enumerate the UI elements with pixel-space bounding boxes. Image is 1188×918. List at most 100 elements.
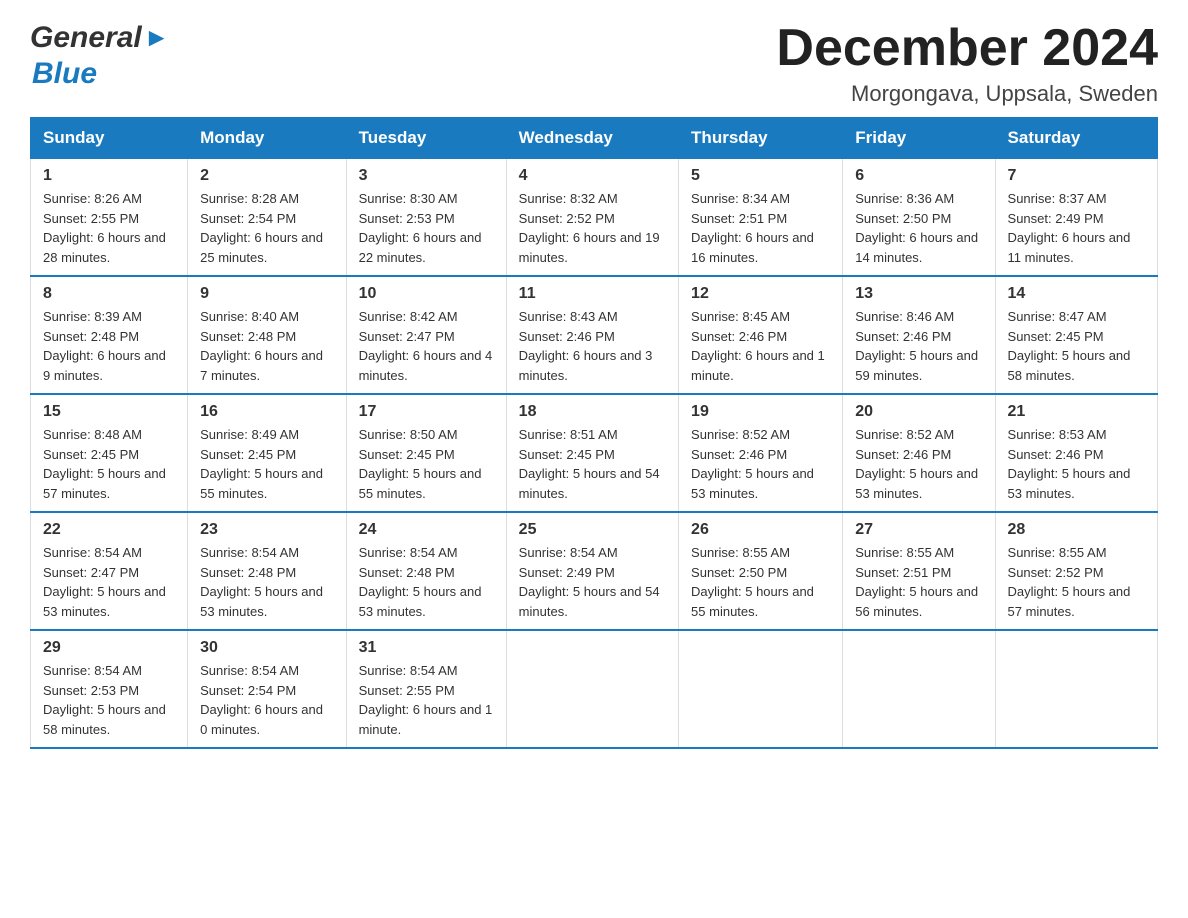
day-info: Sunrise: 8:30 AMSunset: 2:53 PMDaylight:… [359,189,494,267]
day-cell: 6 Sunrise: 8:36 AMSunset: 2:50 PMDayligh… [843,159,995,277]
day-info: Sunrise: 8:55 AMSunset: 2:50 PMDaylight:… [691,543,830,621]
day-cell [995,630,1157,748]
day-number: 7 [1008,167,1145,185]
logo-general: General [30,20,142,56]
header-saturday: Saturday [995,118,1157,159]
day-info: Sunrise: 8:26 AMSunset: 2:55 PMDaylight:… [43,189,175,267]
day-info: Sunrise: 8:55 AMSunset: 2:52 PMDaylight:… [1008,543,1145,621]
day-number: 11 [519,285,666,303]
week-row-5: 29 Sunrise: 8:54 AMSunset: 2:53 PMDaylig… [31,630,1158,748]
day-info: Sunrise: 8:39 AMSunset: 2:48 PMDaylight:… [43,307,175,385]
day-number: 18 [519,403,666,421]
day-number: 23 [200,521,333,539]
day-info: Sunrise: 8:46 AMSunset: 2:46 PMDaylight:… [855,307,982,385]
day-info: Sunrise: 8:54 AMSunset: 2:55 PMDaylight:… [359,661,494,739]
day-cell: 15 Sunrise: 8:48 AMSunset: 2:45 PMDaylig… [31,394,188,512]
day-info: Sunrise: 8:55 AMSunset: 2:51 PMDaylight:… [855,543,982,621]
week-row-1: 1 Sunrise: 8:26 AMSunset: 2:55 PMDayligh… [31,159,1158,277]
day-number: 25 [519,521,666,539]
day-info: Sunrise: 8:54 AMSunset: 2:47 PMDaylight:… [43,543,175,621]
day-info: Sunrise: 8:52 AMSunset: 2:46 PMDaylight:… [691,425,830,503]
week-row-3: 15 Sunrise: 8:48 AMSunset: 2:45 PMDaylig… [31,394,1158,512]
day-number: 27 [855,521,982,539]
day-number: 28 [1008,521,1145,539]
day-cell [679,630,843,748]
day-cell: 8 Sunrise: 8:39 AMSunset: 2:48 PMDayligh… [31,276,188,394]
day-info: Sunrise: 8:54 AMSunset: 2:54 PMDaylight:… [200,661,333,739]
day-cell: 27 Sunrise: 8:55 AMSunset: 2:51 PMDaylig… [843,512,995,630]
day-number: 2 [200,167,333,185]
logo-chevron-icon: ► [144,22,170,53]
header-tuesday: Tuesday [346,118,506,159]
header-wednesday: Wednesday [506,118,678,159]
day-cell [843,630,995,748]
day-number: 10 [359,285,494,303]
day-info: Sunrise: 8:50 AMSunset: 2:45 PMDaylight:… [359,425,494,503]
day-number: 21 [1008,403,1145,421]
day-cell: 4 Sunrise: 8:32 AMSunset: 2:52 PMDayligh… [506,159,678,277]
day-cell: 3 Sunrise: 8:30 AMSunset: 2:53 PMDayligh… [346,159,506,277]
day-number: 4 [519,167,666,185]
day-cell [506,630,678,748]
day-info: Sunrise: 8:43 AMSunset: 2:46 PMDaylight:… [519,307,666,385]
day-number: 31 [359,639,494,657]
day-cell: 7 Sunrise: 8:37 AMSunset: 2:49 PMDayligh… [995,159,1157,277]
week-row-2: 8 Sunrise: 8:39 AMSunset: 2:48 PMDayligh… [31,276,1158,394]
day-cell: 9 Sunrise: 8:40 AMSunset: 2:48 PMDayligh… [188,276,346,394]
day-number: 14 [1008,285,1145,303]
calendar-table: SundayMondayTuesdayWednesdayThursdayFrid… [30,117,1158,749]
header-friday: Friday [843,118,995,159]
day-info: Sunrise: 8:47 AMSunset: 2:45 PMDaylight:… [1008,307,1145,385]
day-number: 5 [691,167,830,185]
header-thursday: Thursday [679,118,843,159]
day-info: Sunrise: 8:32 AMSunset: 2:52 PMDaylight:… [519,189,666,267]
day-number: 13 [855,285,982,303]
day-cell: 16 Sunrise: 8:49 AMSunset: 2:45 PMDaylig… [188,394,346,512]
day-number: 22 [43,521,175,539]
day-cell: 31 Sunrise: 8:54 AMSunset: 2:55 PMDaylig… [346,630,506,748]
title-section: December 2024 Morgongava, Uppsala, Swede… [776,20,1158,107]
day-info: Sunrise: 8:51 AMSunset: 2:45 PMDaylight:… [519,425,666,503]
day-cell: 24 Sunrise: 8:54 AMSunset: 2:48 PMDaylig… [346,512,506,630]
day-cell: 17 Sunrise: 8:50 AMSunset: 2:45 PMDaylig… [346,394,506,512]
page-subtitle: Morgongava, Uppsala, Sweden [776,81,1158,107]
day-number: 30 [200,639,333,657]
day-cell: 13 Sunrise: 8:46 AMSunset: 2:46 PMDaylig… [843,276,995,394]
page-header: General ► Blue December 2024 Morgongava,… [30,20,1158,107]
header-monday: Monday [188,118,346,159]
day-number: 24 [359,521,494,539]
day-info: Sunrise: 8:36 AMSunset: 2:50 PMDaylight:… [855,189,982,267]
day-info: Sunrise: 8:54 AMSunset: 2:48 PMDaylight:… [359,543,494,621]
logo: General ► Blue [30,20,169,92]
header-sunday: Sunday [31,118,188,159]
week-row-4: 22 Sunrise: 8:54 AMSunset: 2:47 PMDaylig… [31,512,1158,630]
day-cell: 12 Sunrise: 8:45 AMSunset: 2:46 PMDaylig… [679,276,843,394]
day-cell: 10 Sunrise: 8:42 AMSunset: 2:47 PMDaylig… [346,276,506,394]
day-cell: 22 Sunrise: 8:54 AMSunset: 2:47 PMDaylig… [31,512,188,630]
header-row: SundayMondayTuesdayWednesdayThursdayFrid… [31,118,1158,159]
day-info: Sunrise: 8:28 AMSunset: 2:54 PMDaylight:… [200,189,333,267]
day-number: 3 [359,167,494,185]
day-cell: 26 Sunrise: 8:55 AMSunset: 2:50 PMDaylig… [679,512,843,630]
day-info: Sunrise: 8:40 AMSunset: 2:48 PMDaylight:… [200,307,333,385]
day-info: Sunrise: 8:54 AMSunset: 2:48 PMDaylight:… [200,543,333,621]
day-info: Sunrise: 8:52 AMSunset: 2:46 PMDaylight:… [855,425,982,503]
day-cell: 28 Sunrise: 8:55 AMSunset: 2:52 PMDaylig… [995,512,1157,630]
day-info: Sunrise: 8:34 AMSunset: 2:51 PMDaylight:… [691,189,830,267]
day-number: 26 [691,521,830,539]
day-number: 15 [43,403,175,421]
day-cell: 18 Sunrise: 8:51 AMSunset: 2:45 PMDaylig… [506,394,678,512]
day-cell: 11 Sunrise: 8:43 AMSunset: 2:46 PMDaylig… [506,276,678,394]
day-number: 6 [855,167,982,185]
day-info: Sunrise: 8:37 AMSunset: 2:49 PMDaylight:… [1008,189,1145,267]
day-number: 9 [200,285,333,303]
day-info: Sunrise: 8:54 AMSunset: 2:49 PMDaylight:… [519,543,666,621]
day-number: 29 [43,639,175,657]
day-cell: 19 Sunrise: 8:52 AMSunset: 2:46 PMDaylig… [679,394,843,512]
day-cell: 29 Sunrise: 8:54 AMSunset: 2:53 PMDaylig… [31,630,188,748]
day-info: Sunrise: 8:54 AMSunset: 2:53 PMDaylight:… [43,661,175,739]
day-cell: 20 Sunrise: 8:52 AMSunset: 2:46 PMDaylig… [843,394,995,512]
day-cell: 25 Sunrise: 8:54 AMSunset: 2:49 PMDaylig… [506,512,678,630]
day-cell: 1 Sunrise: 8:26 AMSunset: 2:55 PMDayligh… [31,159,188,277]
day-cell: 21 Sunrise: 8:53 AMSunset: 2:46 PMDaylig… [995,394,1157,512]
